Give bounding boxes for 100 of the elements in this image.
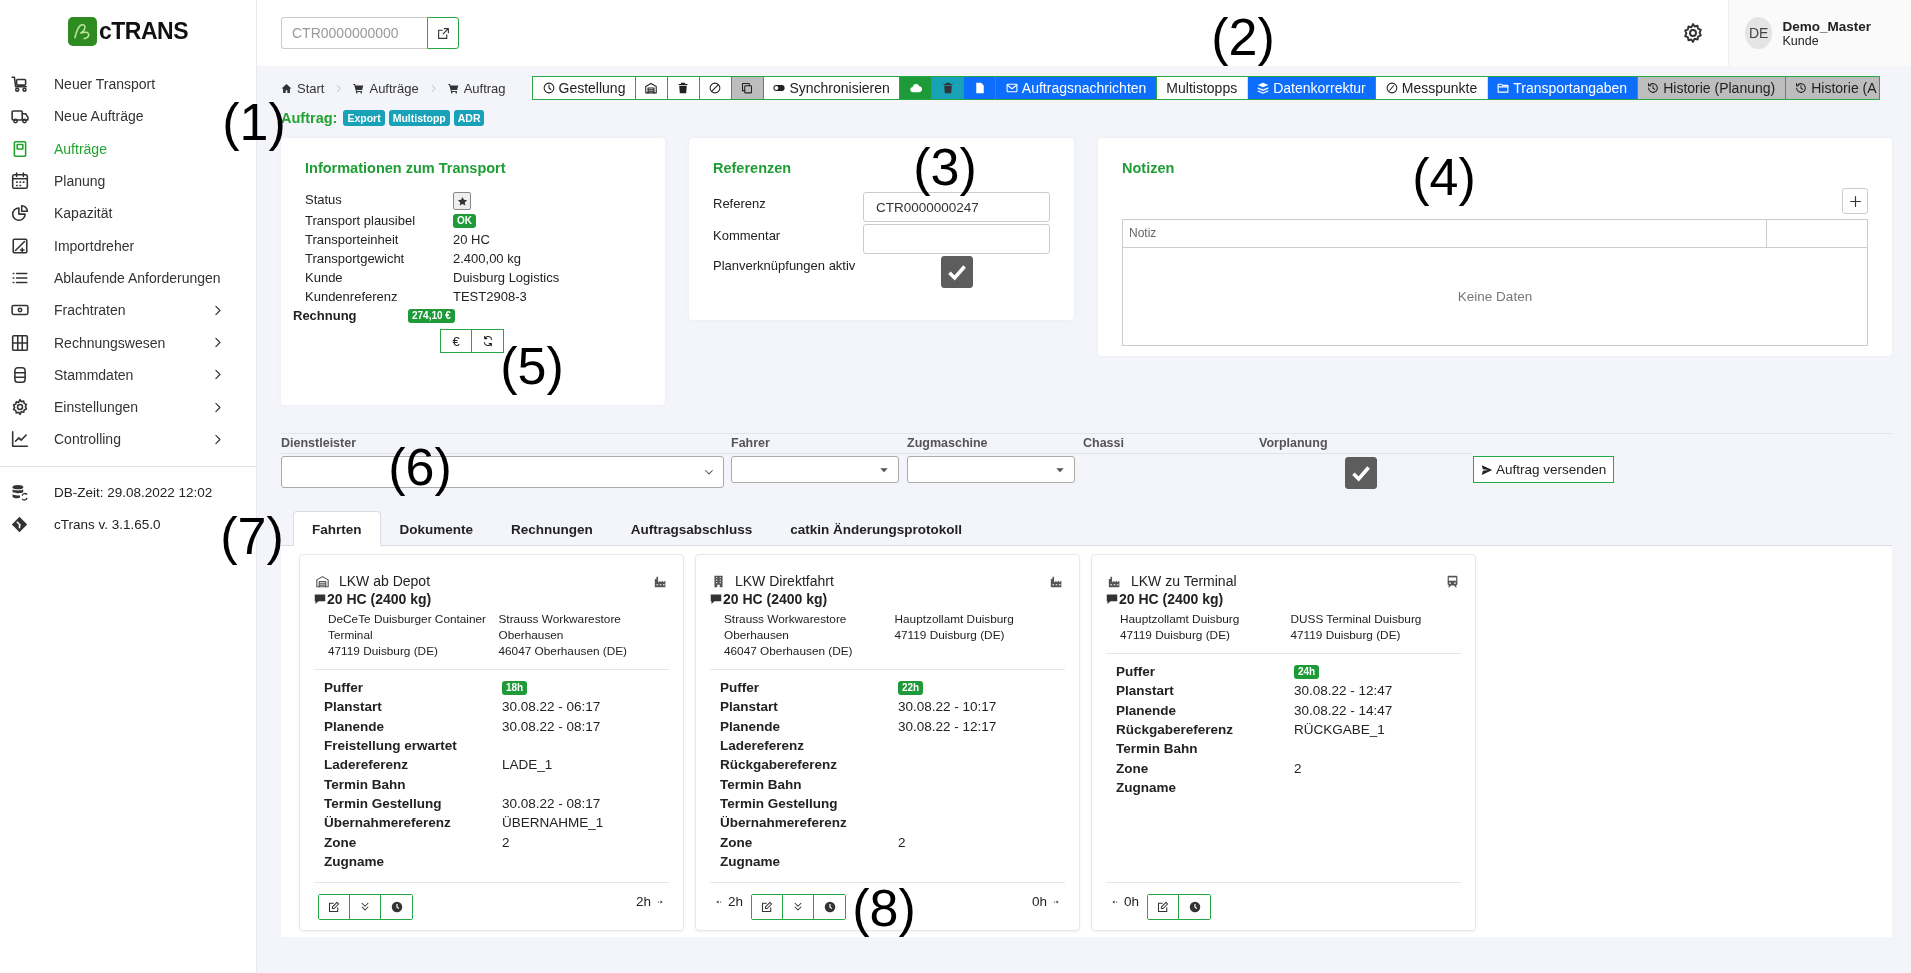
toolbar-button[interactable]: Gestellung (533, 77, 636, 99)
address-name: Hauptzollamt Duisburg (894, 611, 1015, 627)
toolbar-button[interactable]: Datenkorrektur (1247, 77, 1377, 99)
gear-icon[interactable] (1682, 22, 1704, 44)
history-icon (1647, 82, 1660, 94)
clock-icon (542, 82, 555, 94)
action-button[interactable] (752, 895, 784, 919)
address-city: 47119 Duisburg (DE) (328, 643, 439, 659)
history-icon (1795, 82, 1808, 94)
toolbar-button[interactable] (731, 77, 764, 99)
chevron-right-icon (334, 83, 344, 93)
address-name: DUSS Terminal Duisburg (1290, 611, 1423, 627)
edit-icon (328, 901, 340, 913)
send-button[interactable]: Auftrag versenden (1473, 456, 1615, 483)
open-link-button[interactable] (427, 17, 459, 49)
sidebar-item[interactable]: Rechnungswesen (0, 326, 224, 359)
field-label: Referenz (713, 195, 767, 211)
invoice-amount-badge: 274,10 € (408, 308, 455, 323)
toolbar-button[interactable]: Historie (A (1785, 77, 1879, 99)
info-value: Duisburg Logistics (453, 270, 560, 286)
input-field[interactable] (863, 224, 1050, 254)
add-button[interactable] (1842, 188, 1868, 214)
detail-label: Termin Bahn (720, 776, 803, 792)
select-field[interactable] (731, 456, 899, 483)
search-field[interactable]: CTR0000000000 (281, 17, 427, 49)
speech-bubble-icon (1106, 593, 1118, 605)
cargo-text: 20 HC (2400 kg) (1119, 591, 1224, 607)
sidebar-item[interactable]: Frachtraten (0, 294, 224, 327)
buffer-badge: 22h (898, 680, 924, 695)
detail-label: Rückgabereferenz (720, 757, 839, 773)
toolbar-button[interactable] (699, 77, 732, 99)
avatar: DE (1745, 17, 1773, 49)
breadcrumb-link[interactable]: Aufträge (353, 80, 419, 96)
detail-label: Planstart (324, 699, 383, 715)
toolbar-button[interactable]: Multistopps (1156, 77, 1248, 99)
info-label: Transport plausibel (305, 213, 417, 229)
status-button[interactable] (453, 192, 471, 210)
factory-icon (654, 574, 667, 588)
factory-icon (1108, 574, 1121, 588)
trash-icon (941, 82, 954, 94)
sidebar-item[interactable]: Stammdaten (0, 358, 224, 391)
info-label: Kundenreferenz (305, 289, 399, 305)
field-label: Fahrer (731, 434, 907, 454)
select-field[interactable] (907, 456, 1075, 483)
info-label: Transportgewicht (305, 251, 406, 267)
tab[interactable]: Dokumente (380, 511, 493, 546)
layers-icon (1257, 82, 1270, 94)
checkbox[interactable] (941, 256, 973, 288)
detail-value: 30.08.22 - 14:47 (1294, 702, 1393, 718)
detail-label: Planstart (720, 699, 779, 715)
tab[interactable]: catkin Änderungsprotokoll (771, 511, 982, 546)
detail-label: Ladereferenz (720, 738, 806, 754)
edit-icon (761, 901, 774, 913)
trolley-icon (11, 75, 29, 94)
sidebar-item[interactable]: Neuer Transport (0, 68, 224, 101)
sidebar-item[interactable]: Neue Aufträge (0, 100, 224, 133)
status-badge: OK (453, 214, 476, 228)
sidebar-item[interactable]: Controlling (0, 423, 224, 456)
info-label: Status (305, 192, 343, 209)
edit-icon (1157, 901, 1170, 913)
action-button[interactable] (1148, 895, 1180, 919)
card-title: Notizen (1122, 160, 1176, 176)
detail-value: RÜCKGABE_1 (1294, 722, 1385, 738)
checkbox[interactable] (1345, 457, 1377, 489)
toolbar-button[interactable] (667, 77, 700, 99)
diamond-icon (11, 516, 28, 534)
toolbar-button[interactable] (635, 77, 668, 99)
tab[interactable]: Rechnungen (492, 511, 612, 546)
tab[interactable]: Fahrten (293, 511, 381, 546)
toolbar-button[interactable]: Historie (Planung) (1637, 77, 1786, 99)
invoice-label: Rechnung (293, 308, 358, 323)
address-name: Strauss Workwarestore Oberhausen (724, 611, 848, 643)
toolbar-button[interactable]: Transportangaben (1487, 77, 1638, 99)
detail-value: 30.08.22 - 08:17 (502, 795, 601, 811)
folder-icon (1497, 82, 1510, 94)
sidebar-item[interactable]: Planung (0, 164, 224, 198)
detail-label: Puffer (324, 680, 364, 696)
toolbar-button[interactable]: Synchronisieren (763, 77, 901, 99)
action-button[interactable] (319, 895, 350, 919)
order-title: Auftrag: (281, 110, 338, 126)
toolbar-button[interactable]: Auftragsnachrichten (996, 77, 1157, 99)
breadcrumb-link[interactable]: Auftrag (447, 80, 506, 96)
sidebar-item[interactable]: Ablaufende Anforderungen (0, 261, 224, 295)
tab[interactable]: Auftragsabschluss (611, 511, 772, 546)
gauge-icon (1385, 82, 1398, 94)
breadcrumb-link[interactable]: Start (281, 80, 325, 96)
refresh-button[interactable] (472, 329, 504, 353)
detail-label: Zone (720, 834, 754, 850)
field-label: Chassi (1083, 434, 1259, 454)
envelope-icon (1005, 82, 1018, 94)
database-icon (11, 365, 29, 384)
invoice-button[interactable]: € (440, 329, 472, 353)
clock-filled-icon (1188, 901, 1201, 913)
logo-text: cTRANS (99, 17, 188, 45)
sidebar-item[interactable]: Einstellungen (0, 390, 224, 424)
sidebar-item[interactable]: Kapazität (0, 197, 224, 230)
sidebar-item[interactable]: Importdreher (0, 229, 224, 262)
field-label: Planverknüpfungen aktiv (713, 257, 857, 275)
detail-value: 30.08.22 - 08:17 (502, 718, 601, 734)
toolbar-button[interactable]: Messpunkte (1376, 77, 1488, 99)
